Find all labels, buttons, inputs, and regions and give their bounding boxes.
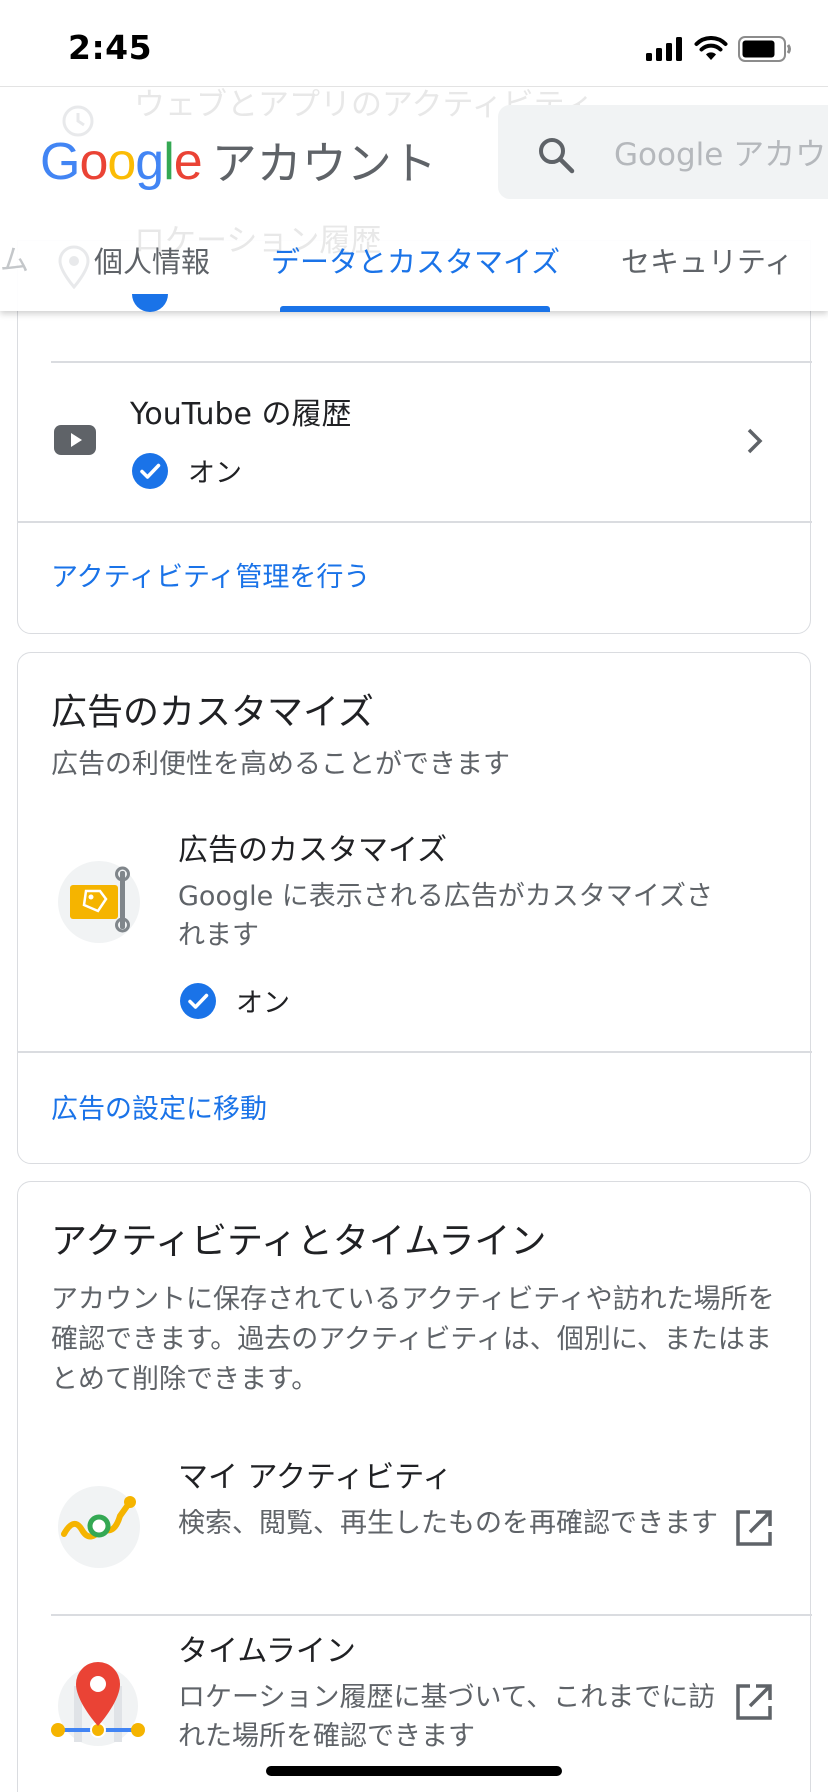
ad-personalization-desc: Google に表示される広告がカスタマイズされます (178, 881, 713, 951)
external-link-icon (736, 1684, 772, 1720)
my-activity-icon (58, 1486, 140, 1568)
my-activity-title: マイ アクティビティ (178, 1460, 453, 1495)
timeline-desc: ロケーション履歴に基づいて、これまでに訪れた場所を確認できます (178, 1682, 716, 1752)
youtube-history-title: YouTube の履歴 (130, 397, 352, 432)
logo-letter: G (40, 133, 80, 191)
tab-overflow-left[interactable]: ム (0, 237, 29, 279)
card-title: アクティビティとタイムライン (51, 1221, 547, 1262)
tab-data-personalization[interactable]: データとカスタマイズ (271, 239, 560, 281)
card-title: 広告のカスタマイズ (51, 692, 374, 733)
logo-letter: o (79, 133, 108, 191)
manage-activity-link[interactable]: アクティビティ管理を行う (51, 555, 370, 594)
logo-letter: l (163, 133, 175, 191)
wifi-icon (694, 36, 728, 60)
my-activity-row[interactable]: マイ アクティビティ 検索、閲覧、再生したものを再確認できます (18, 1438, 812, 1614)
chevron-right-icon (747, 428, 763, 454)
logo-letter: e (173, 133, 203, 191)
youtube-history-row[interactable]: YouTube の履歴 オン (18, 363, 812, 521)
battery-icon (738, 36, 791, 62)
ghost-check-icon (132, 294, 168, 312)
google-account-logo: Google アカウント (40, 127, 437, 192)
google-logo: Google (40, 132, 203, 192)
timeline-title: タイムライン (178, 1634, 356, 1669)
check-icon (180, 982, 216, 1019)
ad-personalization-card: 広告のカスタマイズ 広告の利便性を高めることができます 広告のカスタマイズ Go… (17, 652, 812, 1164)
divider (18, 521, 812, 523)
check-icon (132, 452, 168, 489)
status-bar: 2:45 (0, 0, 828, 86)
tab-bar: ロケーション履歴 ム 個人情報 データとカスタマイズ セキュリティ (0, 219, 828, 312)
status-text: オン (236, 988, 290, 1019)
status-text: オン (188, 458, 242, 489)
logo-letter: g (135, 133, 164, 191)
timeline-icon (51, 1662, 145, 1746)
tab-security[interactable]: セキュリティ (621, 239, 793, 281)
external-link-icon (736, 1510, 772, 1546)
status-icons (646, 36, 792, 62)
activity-timeline-card: アクティビティとタイムライン アカウントに保存されているアクティビティや訪れた場… (17, 1181, 812, 1792)
youtube-icon (54, 425, 96, 455)
status-time: 2:45 (68, 28, 153, 67)
active-tab-indicator (280, 306, 550, 312)
ad-personalization-status: オン (180, 981, 290, 1020)
ad-settings-link[interactable]: 広告の設定に移動 (51, 1087, 267, 1126)
ads-icon (58, 861, 140, 943)
brand-suffix: アカウント (211, 137, 437, 190)
search-icon (539, 138, 575, 174)
divider (18, 1051, 812, 1053)
card-subtitle: アカウントに保存されているアクティビティや訪れた場所を確認できます。過去のアクテ… (51, 1284, 775, 1395)
ghost-pin-icon (58, 245, 90, 289)
signal-icon (646, 37, 682, 61)
home-indicator[interactable] (266, 1766, 562, 1776)
ad-personalization-title: 広告のカスタマイズ (178, 833, 448, 868)
logo-letter: o (107, 133, 136, 191)
card-subtitle: 広告の利便性を高めることができます (51, 749, 510, 780)
ad-personalization-row[interactable]: 広告のカスタマイズ Google に表示される広告がカスタマイズされます オン (18, 813, 812, 1023)
tab-personal-info[interactable]: 個人情報 (94, 239, 210, 281)
youtube-history-status: オン (132, 451, 242, 490)
search-box[interactable]: Google アカウ (498, 105, 828, 199)
search-placeholder: Google アカウ (614, 137, 827, 173)
app-header: ウェブとアプリのアクティビティ Google アカウント Google アカウ … (0, 86, 828, 312)
my-activity-desc: 検索、閲覧、再生したものを再確認できます (178, 1508, 718, 1539)
